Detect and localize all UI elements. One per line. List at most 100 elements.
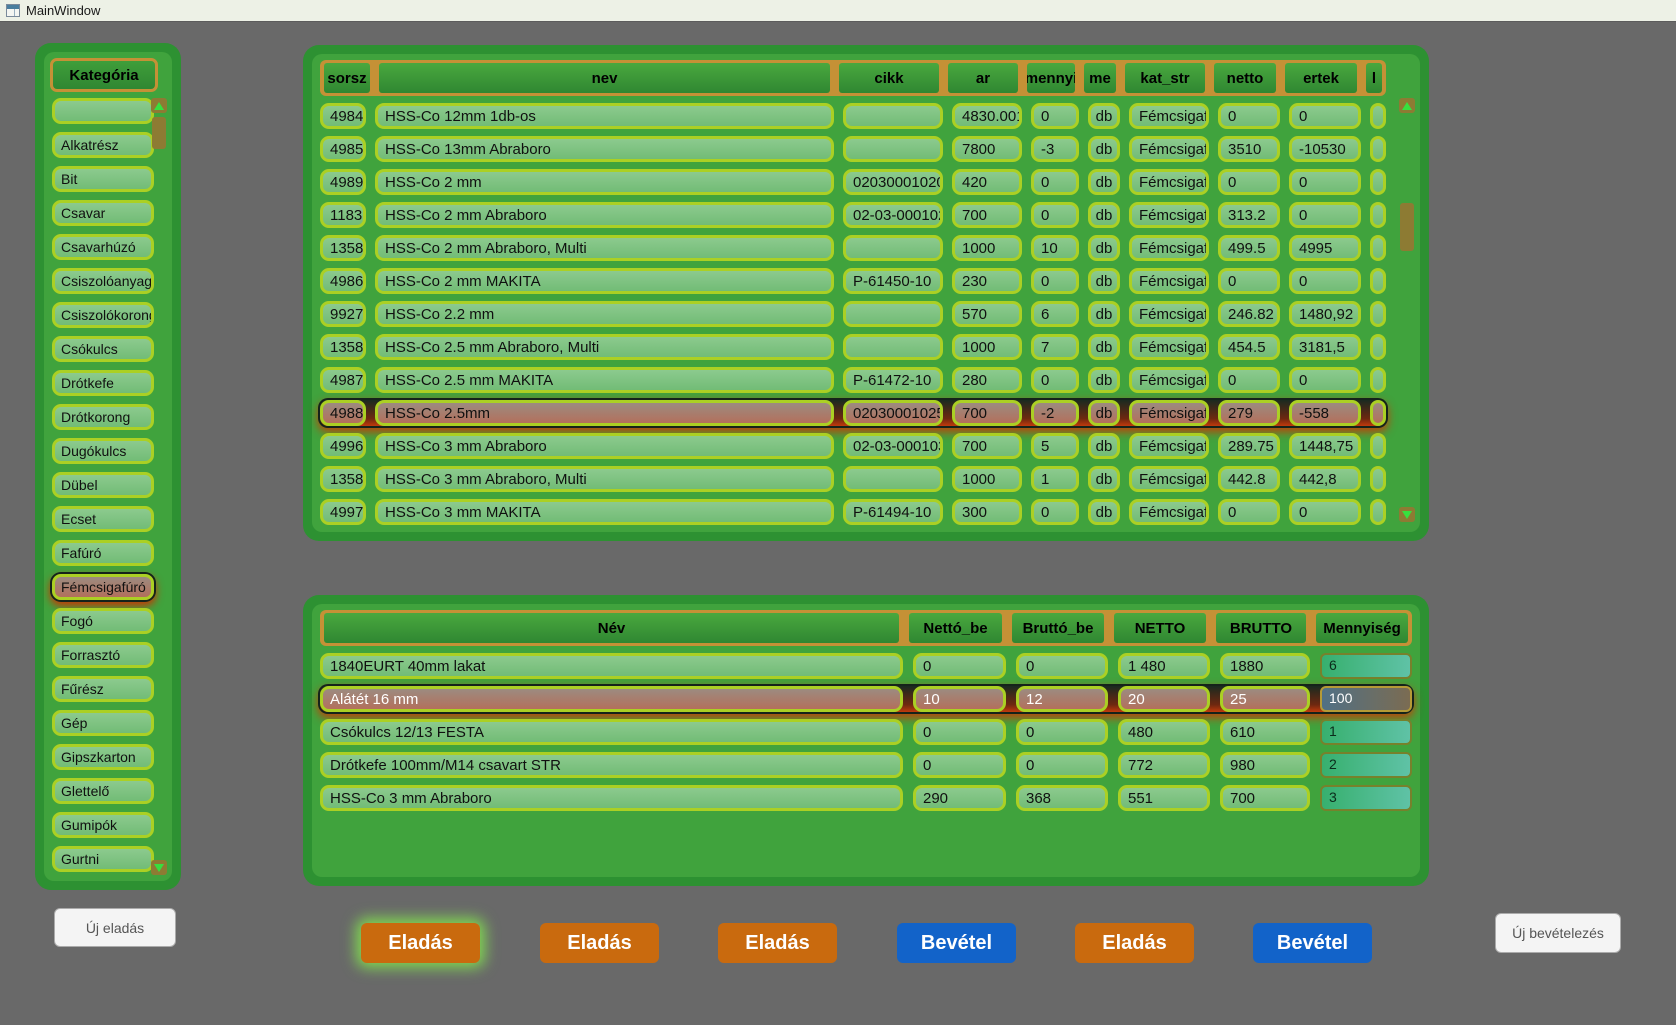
cell-brutto-be[interactable]: 12: [1016, 686, 1108, 712]
col-header-mennyi[interactable]: mennyi: [1027, 63, 1075, 93]
cell-nev[interactable]: 1840EURT 40mm lakat: [320, 653, 903, 679]
cell-brutto-be[interactable]: 0: [1016, 752, 1108, 778]
cell-cikk[interactable]: P-61494-10: [843, 499, 943, 525]
cell-me[interactable]: db: [1088, 499, 1120, 525]
product-row[interactable]: 4988HSS-Co 2.5mm020300010252700-2dbFémcs…: [320, 400, 1386, 426]
cell-netto-be[interactable]: 290: [913, 785, 1006, 811]
cell-sorsz[interactable]: 13583: [320, 235, 366, 261]
cell-sorsz[interactable]: 4996: [320, 433, 366, 459]
cell-ertek[interactable]: 442,8: [1289, 466, 1361, 492]
cell-netto[interactable]: 454.5: [1218, 334, 1280, 360]
scroll-thumb[interactable]: [1400, 203, 1414, 251]
cell-nev[interactable]: Csókulcs 12/13 FESTA: [320, 719, 903, 745]
col-header-brutto[interactable]: BRUTTO: [1216, 613, 1306, 643]
category-item[interactable]: Csavar: [52, 200, 154, 226]
cell-me[interactable]: db: [1088, 202, 1120, 228]
category-item[interactable]: [52, 98, 154, 124]
cell-ertek[interactable]: 0: [1289, 169, 1361, 195]
col-header-ar[interactable]: ar: [948, 63, 1018, 93]
cell-mennyi[interactable]: 10: [1031, 235, 1079, 261]
category-item[interactable]: Forrasztó: [52, 642, 154, 668]
cell-sorsz[interactable]: 4997: [320, 499, 366, 525]
cell-netto[interactable]: 0: [1218, 268, 1280, 294]
scroll-down-icon[interactable]: [1399, 507, 1415, 522]
cell-mennyiseg[interactable]: 3: [1320, 785, 1412, 811]
cell-netto-be[interactable]: 0: [913, 653, 1006, 679]
cell-nev[interactable]: HSS-Co 2.5 mm Abraboro, Multi: [375, 334, 834, 360]
cell-nev[interactable]: HSS-Co 13mm Abraboro: [375, 136, 834, 162]
cell-kat-str[interactable]: Fémcsigafúró: [1129, 202, 1209, 228]
cell-nev[interactable]: HSS-Co 3 mm MAKITA: [375, 499, 834, 525]
income-button-1[interactable]: Bevétel: [897, 923, 1016, 963]
cell-ar[interactable]: 1000: [952, 235, 1022, 261]
cell-brutto[interactable]: 610: [1220, 719, 1310, 745]
cart-row[interactable]: 1840EURT 40mm lakat001 48018806: [320, 653, 1412, 679]
cell-kat-str[interactable]: Fémcsigafúró: [1129, 103, 1209, 129]
cell-kat-str[interactable]: Fémcsigafúró: [1129, 136, 1209, 162]
col-header-kat-str[interactable]: kat_str: [1125, 63, 1205, 93]
cell-mennyi[interactable]: -2: [1031, 400, 1079, 426]
cell-mennyi[interactable]: 0: [1031, 103, 1079, 129]
cell-netto-be[interactable]: 0: [913, 752, 1006, 778]
category-item[interactable]: Csiszolóanyag: [52, 268, 154, 294]
cell-kat-str[interactable]: Fémcsigafúró: [1129, 268, 1209, 294]
income-button-2[interactable]: Bevétel: [1253, 923, 1372, 963]
scroll-down-icon[interactable]: [151, 860, 167, 875]
product-row[interactable]: 4997HSS-Co 3 mm MAKITAP-61494-103000dbFé…: [320, 499, 1386, 525]
category-item[interactable]: Gurtni: [52, 846, 154, 872]
col-header-mennyiseg[interactable]: Mennyiség: [1316, 613, 1408, 643]
cell-kat-str[interactable]: Fémcsigafúró: [1129, 235, 1209, 261]
cell-nev[interactable]: HSS-Co 2.5 mm MAKITA: [375, 367, 834, 393]
cell-netto[interactable]: 3510: [1218, 136, 1280, 162]
cell-netto[interactable]: 0: [1218, 103, 1280, 129]
cell-sorsz[interactable]: 4989: [320, 169, 366, 195]
cell-mennyi[interactable]: 0: [1031, 367, 1079, 393]
category-scrollbar[interactable]: [151, 98, 167, 875]
cell-cikk[interactable]: [843, 301, 943, 327]
cell-sorsz[interactable]: 9927: [320, 301, 366, 327]
product-row[interactable]: 13583HSS-Co 2 mm Abraboro, Multi100010db…: [320, 235, 1386, 261]
scroll-up-icon[interactable]: [1399, 98, 1415, 113]
cell-cikk[interactable]: [843, 136, 943, 162]
cell-brutto[interactable]: 700: [1220, 785, 1310, 811]
cell-sorsz[interactable]: 4984: [320, 103, 366, 129]
category-item[interactable]: Fémcsigafúró: [52, 574, 154, 600]
cell-cikk[interactable]: 02-03-00010302: [843, 433, 943, 459]
cell-kat-str[interactable]: Fémcsigafúró: [1129, 466, 1209, 492]
cell-mennyiseg[interactable]: 2: [1320, 752, 1412, 778]
category-item[interactable]: Csiszolókorong: [52, 302, 154, 328]
category-item[interactable]: Alkatrész: [52, 132, 154, 158]
category-item[interactable]: Bit: [52, 166, 154, 192]
cell-ertek[interactable]: 1480,92: [1289, 301, 1361, 327]
cell-ar[interactable]: 230: [952, 268, 1022, 294]
cell-brutto[interactable]: 980: [1220, 752, 1310, 778]
cell-netto[interactable]: 246.82: [1218, 301, 1280, 327]
cell-me[interactable]: db: [1088, 334, 1120, 360]
cell-netto[interactable]: 0: [1218, 499, 1280, 525]
cart-row[interactable]: Csókulcs 12/13 FESTA004806101: [320, 719, 1412, 745]
col-header-l[interactable]: l: [1366, 63, 1382, 93]
cell-me[interactable]: db: [1088, 169, 1120, 195]
cell-netto-be[interactable]: 0: [913, 719, 1006, 745]
cell-mennyi[interactable]: 7: [1031, 334, 1079, 360]
col-header-me[interactable]: me: [1084, 63, 1116, 93]
cart-row[interactable]: Alátét 16 mm10122025100: [320, 686, 1412, 712]
cell-netto[interactable]: 551: [1118, 785, 1210, 811]
category-item[interactable]: Fűrész: [52, 676, 154, 702]
category-item[interactable]: Glettelő: [52, 778, 154, 804]
cell-netto[interactable]: 20: [1118, 686, 1210, 712]
cell-nev[interactable]: HSS-Co 3 mm Abraboro, Multi: [375, 466, 834, 492]
cell-me[interactable]: db: [1088, 301, 1120, 327]
category-item[interactable]: Fogó: [52, 608, 154, 634]
cell-kat-str[interactable]: Fémcsigafúró: [1129, 433, 1209, 459]
cell-mennyiseg[interactable]: 6: [1320, 653, 1412, 679]
cell-brutto-be[interactable]: 0: [1016, 719, 1108, 745]
cell-netto[interactable]: 1 480: [1118, 653, 1210, 679]
product-row[interactable]: 4985HSS-Co 13mm Abraboro7800-3dbFémcsiga…: [320, 136, 1386, 162]
cell-cikk[interactable]: P-61450-10: [843, 268, 943, 294]
cell-mennyi[interactable]: 0: [1031, 169, 1079, 195]
cell-kat-str[interactable]: Fémcsigafúró: [1129, 400, 1209, 426]
product-row[interactable]: 4987HSS-Co 2.5 mm MAKITAP-61472-102800db…: [320, 367, 1386, 393]
cell-me[interactable]: db: [1088, 367, 1120, 393]
cell-cikk[interactable]: 020300010202: [843, 169, 943, 195]
